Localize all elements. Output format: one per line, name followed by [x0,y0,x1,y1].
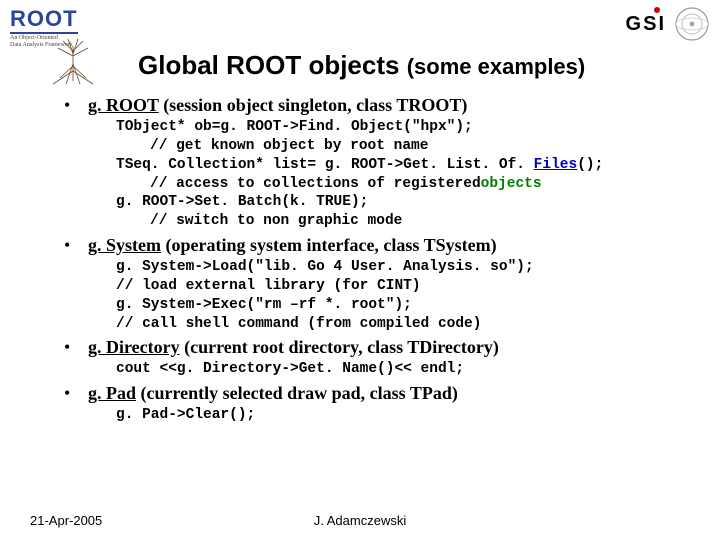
code-text: // get known object by root name [116,137,428,156]
code-block: TObject* ob=g. ROOT->Find. Object("hpx")… [116,118,684,231]
code-text: // load external library (for CINT) [116,278,421,294]
slide-title: Global ROOT objects (some examples) [138,50,720,81]
code-line: g. System->Exec("rm –rf *. root"); [116,296,684,315]
code-text: g. Pad->Clear(); [116,407,255,423]
code-line: // call shell command (from compiled cod… [116,315,684,334]
right-logos: GSI [626,6,710,42]
item-heading: g. System (operating system interface, c… [88,235,684,256]
code-line: // load external library (for CINT) [116,277,684,296]
title-main: Global ROOT objects [138,50,407,80]
item-heading: g. Pad (currently selected draw pad, cla… [88,383,684,404]
item-name: g. System [88,235,161,255]
code-line: g. Pad->Clear(); [116,406,684,425]
code-text: TObject* ob=g. ROOT->Find. Object("hpx")… [116,119,473,135]
code-text: g. System->Load("lib. Go 4 User. Analysi… [116,259,534,275]
footer-author: J. Adamczewski [314,513,406,528]
item-desc: (session object singleton, class TROOT) [159,95,468,115]
slide-header: ROOT An Object-Oriented Data Analysis Fr… [0,0,720,44]
bullet-list: g. ROOT (session object singleton, class… [60,95,684,425]
item-name: g. Pad [88,383,136,403]
code-line: // switch to non graphic mode [116,212,684,231]
code-line: TSeq. Collection* list= g. ROOT->Get. Li… [116,156,684,175]
code-text: // switch to non graphic mode [116,212,402,231]
code-line: cout <<g. Directory->Get. Name()<< endl; [116,360,684,379]
code-line: g. ROOT->Set. Batch(k. TRUE); [116,193,684,212]
institute-badge-icon [674,6,710,42]
code-text: cout <<g. Directory->Get. Name()<< endl; [116,361,464,377]
item-desc: (currently selected draw pad, class TPad… [136,383,458,403]
item-desc: (operating system interface, class TSyst… [161,235,497,255]
item-heading: g. ROOT (session object singleton, class… [88,95,684,116]
title-sub: (some examples) [407,54,586,79]
list-item: g. ROOT (session object singleton, class… [60,95,684,231]
gsi-logo: GSI [626,13,666,36]
code-text: // call shell command (from compiled cod… [116,316,481,332]
item-name: g. Directory [88,337,180,357]
code-highlight: objects [481,176,542,192]
root-logo-text: ROOT [10,6,78,34]
root-tree-icon [38,36,108,86]
list-item: g. Pad (currently selected draw pad, cla… [60,383,684,425]
item-name: g. ROOT [88,95,159,115]
footer-date: 21-Apr-2005 [30,513,102,528]
code-text: g. System->Exec("rm –rf *. root"); [116,297,412,313]
root-logo: ROOT An Object-Oriented Data Analysis Fr… [10,6,130,86]
code-line: // access to collections of registered o… [116,175,684,194]
code-block: g. Pad->Clear(); [116,406,684,425]
gsi-text: GSI [626,13,666,35]
slide-footer: 21-Apr-2005 J. Adamczewski [0,513,720,528]
gsi-dot-icon [654,7,660,13]
code-block: g. System->Load("lib. Go 4 User. Analysi… [116,258,684,333]
list-item: g. Directory (current root directory, cl… [60,337,684,379]
code-text: TSeq. Collection* list= g. ROOT->Get. Li… [116,157,534,173]
item-heading: g. Directory (current root directory, cl… [88,337,684,358]
code-line: // get known object by root name [116,137,684,156]
code-text-after: (); [577,157,603,173]
code-text: g. ROOT->Set. Batch(k. TRUE); [116,194,368,210]
item-desc: (current root directory, class TDirector… [180,337,499,357]
code-highlight: Files [534,157,578,173]
code-line: g. System->Load("lib. Go 4 User. Analysi… [116,258,684,277]
list-item: g. System (operating system interface, c… [60,235,684,333]
code-line: TObject* ob=g. ROOT->Find. Object("hpx")… [116,118,684,137]
code-block: cout <<g. Directory->Get. Name()<< endl; [116,360,684,379]
code-text: // access to collections of registered [116,175,481,194]
